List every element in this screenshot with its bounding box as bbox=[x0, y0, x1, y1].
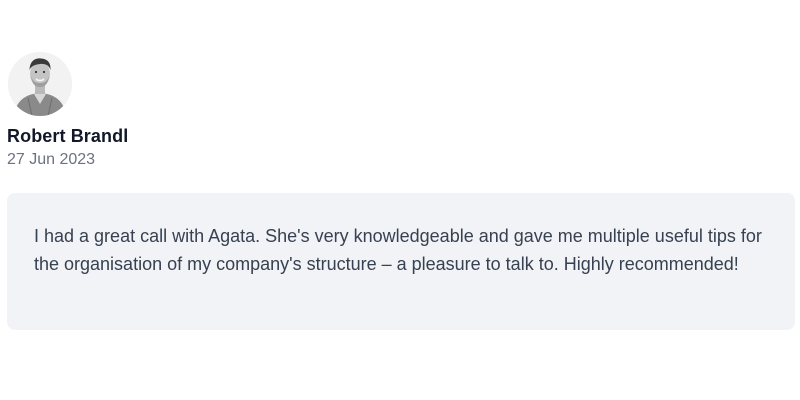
review-quote-box: I had a great call with Agata. She's ver… bbox=[7, 193, 795, 330]
person-photo-icon bbox=[8, 52, 72, 116]
avatar bbox=[8, 52, 72, 116]
author-name: Robert Brandl bbox=[7, 126, 129, 146]
review-card: Robert Brandl 27 Jun 2023 I had a great … bbox=[0, 0, 800, 400]
review-date: 27 Jun 2023 bbox=[7, 151, 96, 168]
review-text: I had a great call with Agata. She's ver… bbox=[34, 226, 762, 274]
